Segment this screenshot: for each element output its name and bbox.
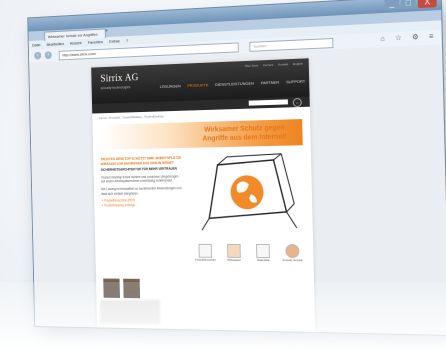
back-icon[interactable]: ‹: [34, 52, 41, 60]
menu-item-help[interactable]: ?: [126, 38, 128, 43]
nav-item-support[interactable]: Support: [286, 79, 305, 85]
new-tab-button[interactable]: +: [105, 28, 108, 34]
hero-banner: Wirksamer Schutz gegen Angriffe aus dem …: [100, 119, 303, 150]
util-link[interactable]: Über Sirrix: [245, 63, 259, 68]
util-link[interactable]: English: [293, 62, 303, 66]
site-search-input[interactable]: [249, 99, 288, 105]
nav-item-dienstleistungen[interactable]: Dienstleistungen: [215, 81, 254, 87]
intro-text: Trusted Desktop schützt Ihre Arbeitsplät…: [100, 156, 182, 208]
forward-icon[interactable]: ›: [45, 51, 52, 59]
pdf-icon: [256, 244, 270, 258]
datasheet-download[interactable]: Datenblatt: [250, 244, 276, 262]
menu-item-tools[interactable]: Extras: [109, 38, 119, 43]
site-search-bar: ○: [92, 97, 310, 114]
utility-nav: Über Sirrix Karriere Kontakt English: [241, 62, 303, 69]
minimize-button[interactable]: _: [384, 0, 399, 10]
site-logo[interactable]: Sirrix AG: [100, 72, 138, 84]
brochure-download[interactable]: Produktbroschüre: [193, 244, 218, 262]
intro-subheading: Sicherheitsarchitektur für mehr Vertraue…: [101, 167, 182, 173]
nav-item-loesungen[interactable]: Lösungen: [160, 83, 181, 89]
site-header: Sirrix AG security technologies Über Sir…: [91, 58, 309, 104]
intro-lead: Trusted Desktop schützt Ihre Arbeitsplät…: [100, 156, 181, 166]
reflection-fade: [0, 282, 446, 352]
document-icon: [198, 244, 212, 258]
contact-sales[interactable]: Kontakt Vertrieb: [279, 244, 305, 263]
banner-headline: Wirksamer Schutz gegen Angriffe aus dem …: [202, 124, 287, 144]
download-icons: Produktbroschüre Whitepaper Datenblatt K…: [191, 244, 306, 274]
person-icon: [285, 244, 299, 258]
menu-item-view[interactable]: Ansicht: [70, 40, 82, 45]
nav-item-produkte[interactable]: Produkte: [187, 82, 208, 88]
globe-cube-illustration: [189, 151, 305, 234]
menu-item-file[interactable]: Datei: [32, 42, 40, 47]
util-link[interactable]: Karriere: [263, 63, 274, 67]
util-link[interactable]: Kontakt: [278, 62, 288, 66]
request-link[interactable]: » TrustedDesktop Anfrage: [101, 203, 182, 208]
main-nav: Lösungen Produkte Dienstleistungen Partn…: [154, 79, 305, 90]
paragraph: Die Lösung ist kompatibel zu bestehenden…: [101, 186, 182, 196]
toolbar-icons[interactable]: ⌂ ☆ ⚙ ≡: [380, 32, 437, 43]
whitepaper-download[interactable]: Whitepaper: [221, 244, 246, 262]
stage: _ □ X Wirksamer Schutz vor Angriffen + D…: [0, 0, 446, 352]
breadcrumb: Home › Produkte › TrustedDesktop › Trust…: [99, 114, 163, 120]
search-icon[interactable]: ○: [293, 98, 302, 107]
maximize-button[interactable]: □: [401, 0, 416, 9]
nav-item-partner[interactable]: Partner: [261, 80, 279, 86]
paragraph: Trusted Desktop trennt sichere und unsic…: [101, 174, 182, 184]
menu-item-edit[interactable]: Bearbeiten: [47, 41, 64, 47]
close-button[interactable]: X: [418, 0, 437, 8]
site-tagline: security technologies: [101, 85, 131, 90]
menu-item-favorites[interactable]: Favoriten: [88, 39, 103, 45]
document-icon: [227, 244, 241, 258]
